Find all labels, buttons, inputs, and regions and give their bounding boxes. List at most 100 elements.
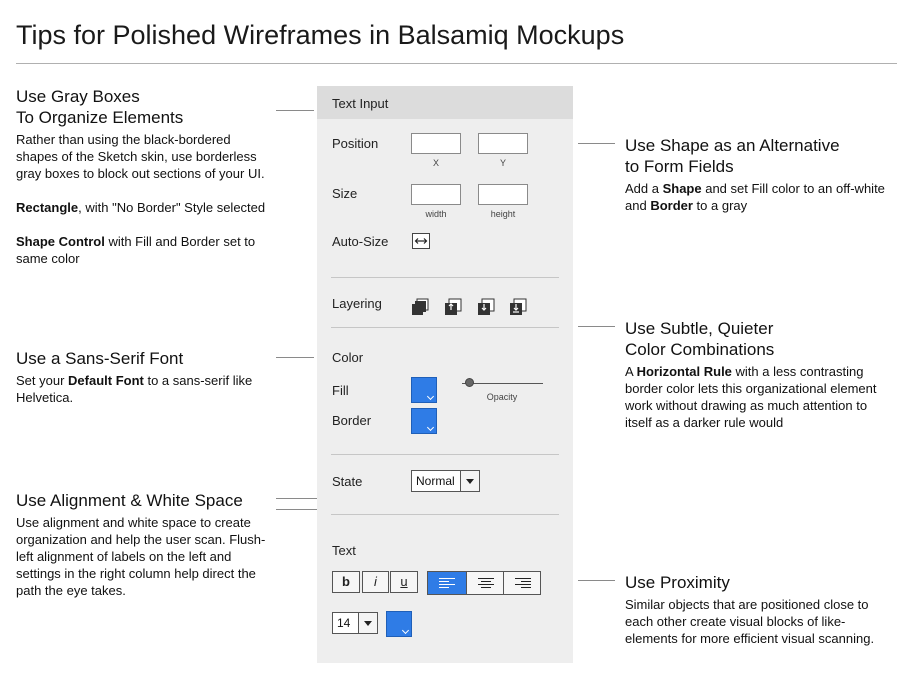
tip-heading: Use Gray Boxes To Organize Elements <box>16 86 266 128</box>
chevron-down-icon <box>460 471 479 491</box>
tip-paragraph: Set your Default Font to a sans-serif li… <box>16 372 281 406</box>
section-divider <box>331 454 559 455</box>
panel-header: Text Input <box>317 86 573 119</box>
text-run: A <box>625 364 637 379</box>
text-run: Add a <box>625 181 663 196</box>
tip-heading-line: to Form Fields <box>625 157 734 176</box>
tip-heading: Use a Sans-Serif Font <box>16 348 281 369</box>
italic-button[interactable]: i <box>362 571 389 593</box>
tip-gray-boxes: Use Gray Boxes To Organize Elements Rath… <box>16 86 266 267</box>
tip-heading: Use Alignment & White Space <box>16 490 278 511</box>
bold-button[interactable]: b <box>332 571 360 593</box>
tip-body: Set your Default Font to a sans-serif li… <box>16 372 281 406</box>
tip-proximity: Use Proximity Similar objects that are p… <box>625 572 887 647</box>
page-title: Tips for Polished Wireframes in Balsamiq… <box>16 20 625 50</box>
bold-term: Rectangle <box>16 200 79 215</box>
tip-heading: Use Subtle, Quieter Color Combinations <box>625 318 887 360</box>
bold-term: Horizontal Rule <box>636 364 732 379</box>
send-backward-icon[interactable] <box>477 298 495 316</box>
tip-body: Use alignment and white space to create … <box>16 514 278 599</box>
text-run: to a gray <box>692 198 748 213</box>
tip-heading-line: Use Alignment & White Space <box>16 491 243 510</box>
font-size-value: 14 <box>337 616 351 630</box>
text-alignment-group <box>427 571 541 595</box>
tip-heading-line: Use Shape as an Alternative <box>625 136 840 155</box>
fill-label: Fill <box>332 383 349 398</box>
bring-to-front-icon[interactable] <box>411 298 429 316</box>
tip-shape: Use Shape as an Alternative to Form Fiel… <box>625 135 890 214</box>
fill-color-swatch[interactable] <box>411 377 437 403</box>
bold-term: Shape Control <box>16 234 105 249</box>
tip-paragraph: Shape Control with Fill and Border set t… <box>16 233 266 267</box>
tip-heading-line: Use Gray Boxes <box>16 87 140 106</box>
state-label: State <box>332 474 363 489</box>
send-to-back-icon[interactable] <box>509 298 527 316</box>
bold-term: Shape <box>662 181 702 196</box>
state-value: Normal <box>416 474 455 488</box>
font-size-dropdown[interactable]: 14 <box>332 612 378 634</box>
section-divider <box>331 514 559 515</box>
text-label: Text <box>332 543 356 558</box>
tip-body: Similar objects that are positioned clos… <box>625 596 887 647</box>
tip-paragraph: Use alignment and white space to create … <box>16 515 266 598</box>
tip-paragraph: Add a Shape and set Fill color to an off… <box>625 180 890 214</box>
tip-body: Add a Shape and set Fill color to an off… <box>625 180 890 214</box>
tip-subtle-colors: Use Subtle, Quieter Color Combinations A… <box>625 318 887 431</box>
tip-alignment: Use Alignment & White Space Use alignmen… <box>16 490 278 599</box>
panel-title: Text Input <box>332 96 389 111</box>
tip-paragraph: Rather than using the black-bordered sha… <box>16 132 265 181</box>
leader-line <box>578 326 615 327</box>
chevron-down-icon <box>426 423 435 432</box>
align-center-icon[interactable] <box>466 572 504 594</box>
width-caption: width <box>425 209 447 219</box>
tip-heading-line: Color Combinations <box>625 340 775 359</box>
align-right-icon[interactable] <box>503 572 541 594</box>
height-caption: height <box>490 209 516 219</box>
tip-paragraph: Similar objects that are positioned clos… <box>625 597 875 646</box>
x-caption: X <box>432 158 439 168</box>
tip-heading-line: To Organize Elements <box>16 108 184 127</box>
resize-horizontal-icon[interactable] <box>412 233 430 251</box>
tip-paragraph: Rectangle, with "No Border" Style select… <box>16 199 266 216</box>
border-color-swatch[interactable] <box>411 408 437 434</box>
y-field[interactable] <box>478 133 528 154</box>
autosize-label: Auto-Size <box>332 234 389 249</box>
chevron-down-icon <box>358 613 377 633</box>
color-label: Color <box>332 350 364 365</box>
leader-line <box>578 143 615 144</box>
bold-term: Border <box>650 198 693 213</box>
tip-paragraph: A Horizontal Rule with a less contrastin… <box>625 363 887 431</box>
bold-term: Default Font <box>68 373 144 388</box>
chevron-down-icon <box>401 626 410 635</box>
text-run: , with "No Border" Style selected <box>78 200 266 215</box>
x-field[interactable] <box>411 133 461 154</box>
opacity-slider-handle[interactable] <box>465 378 475 387</box>
align-left-icon[interactable] <box>428 572 466 594</box>
tip-heading: Use Proximity <box>625 572 887 593</box>
tip-body: A Horizontal Rule with a less contrastin… <box>625 363 887 431</box>
title-rule <box>16 63 897 64</box>
tip-heading-line: Use Subtle, Quieter <box>625 319 774 338</box>
leader-line <box>578 580 615 581</box>
height-field[interactable] <box>478 184 528 205</box>
bring-forward-icon[interactable] <box>444 298 462 316</box>
size-label: Size <box>332 186 358 201</box>
tip-heading-line: Use Proximity <box>625 573 730 592</box>
chevron-down-icon <box>426 392 435 401</box>
leader-line <box>276 357 314 358</box>
text-run: Set your <box>16 373 69 388</box>
opacity-slider-track[interactable] <box>462 383 543 384</box>
tip-body: Rather than using the black-bordered sha… <box>16 131 266 267</box>
y-caption: Y <box>499 158 506 168</box>
opacity-caption: Opacity <box>486 392 518 402</box>
tip-sans-serif: Use a Sans-Serif Font Set your Default F… <box>16 348 281 406</box>
underline-button[interactable]: u <box>390 571 418 593</box>
border-label: Border <box>332 413 372 428</box>
tip-heading-line: Use a Sans-Serif Font <box>16 349 184 368</box>
width-field[interactable] <box>411 184 461 205</box>
position-label: Position <box>332 136 379 151</box>
leader-line <box>276 110 314 111</box>
text-color-swatch[interactable] <box>386 611 412 637</box>
state-dropdown[interactable]: Normal <box>411 470 480 492</box>
layering-label: Layering <box>332 296 382 311</box>
